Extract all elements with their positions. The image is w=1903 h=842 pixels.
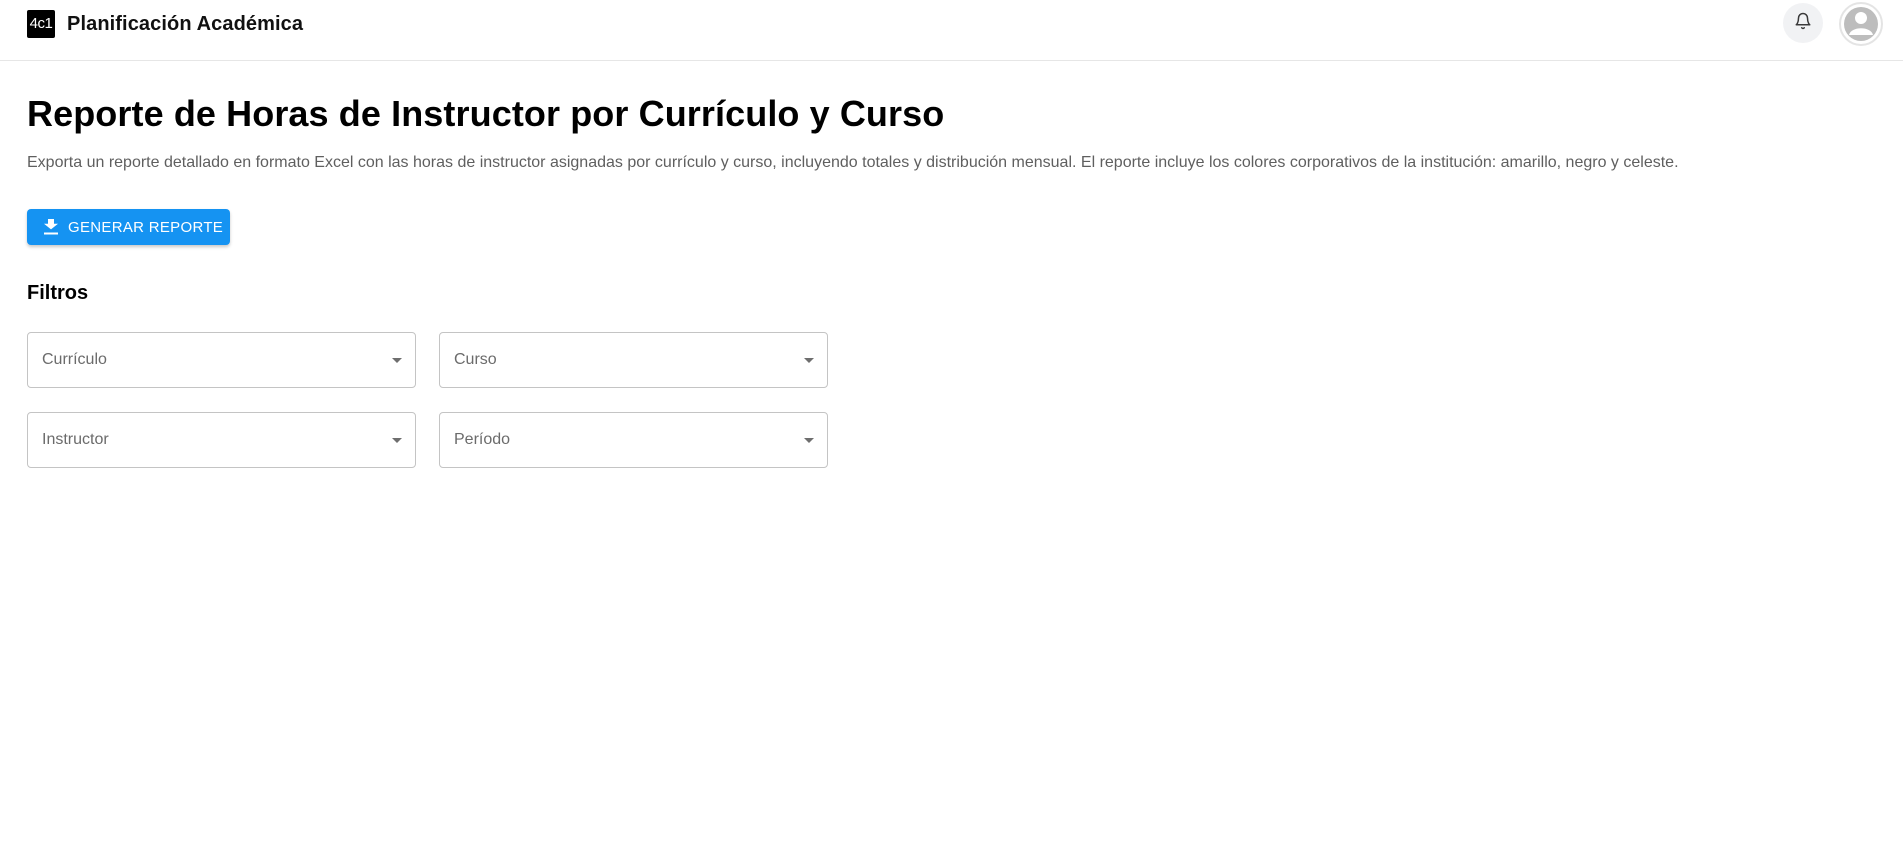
notifications-button[interactable]	[1783, 3, 1823, 43]
generate-report-button[interactable]: GENERAR REPORTE	[27, 209, 230, 245]
dropdown-arrow-icon	[392, 437, 402, 443]
dropdown-arrow-icon	[804, 437, 814, 443]
app-title: Planificación Académica	[67, 12, 304, 35]
curso-select[interactable]: Curso	[439, 332, 828, 388]
page-description: Exporta un reporte detallado en formato …	[27, 154, 1679, 171]
bell-icon	[1794, 12, 1812, 35]
page-title: Reporte de Horas de Instructor por Currí…	[27, 93, 945, 134]
download-icon	[42, 218, 60, 236]
profile-button[interactable]	[1839, 2, 1883, 46]
periodo-select[interactable]: Período	[439, 412, 828, 468]
app-logo: 4c1	[27, 10, 55, 38]
curso-select-label: Curso	[454, 351, 497, 368]
instructor-select-label: Instructor	[42, 431, 109, 448]
generate-report-label: GENERAR REPORTE	[68, 218, 224, 236]
dropdown-arrow-icon	[392, 357, 402, 363]
curriculo-select[interactable]: Currículo	[27, 332, 416, 388]
top-app-bar: 4c1 Planificación Académica	[0, 0, 1903, 61]
filters-heading: Filtros	[27, 282, 89, 304]
instructor-select[interactable]: Instructor	[27, 412, 416, 468]
brand[interactable]: 4c1 Planificación Académica	[27, 10, 303, 38]
periodo-select-label: Período	[454, 431, 511, 448]
account-circle-icon	[1844, 7, 1878, 41]
avatar	[1844, 7, 1878, 41]
dropdown-arrow-icon	[804, 357, 814, 363]
curriculo-select-label: Currículo	[42, 351, 107, 368]
